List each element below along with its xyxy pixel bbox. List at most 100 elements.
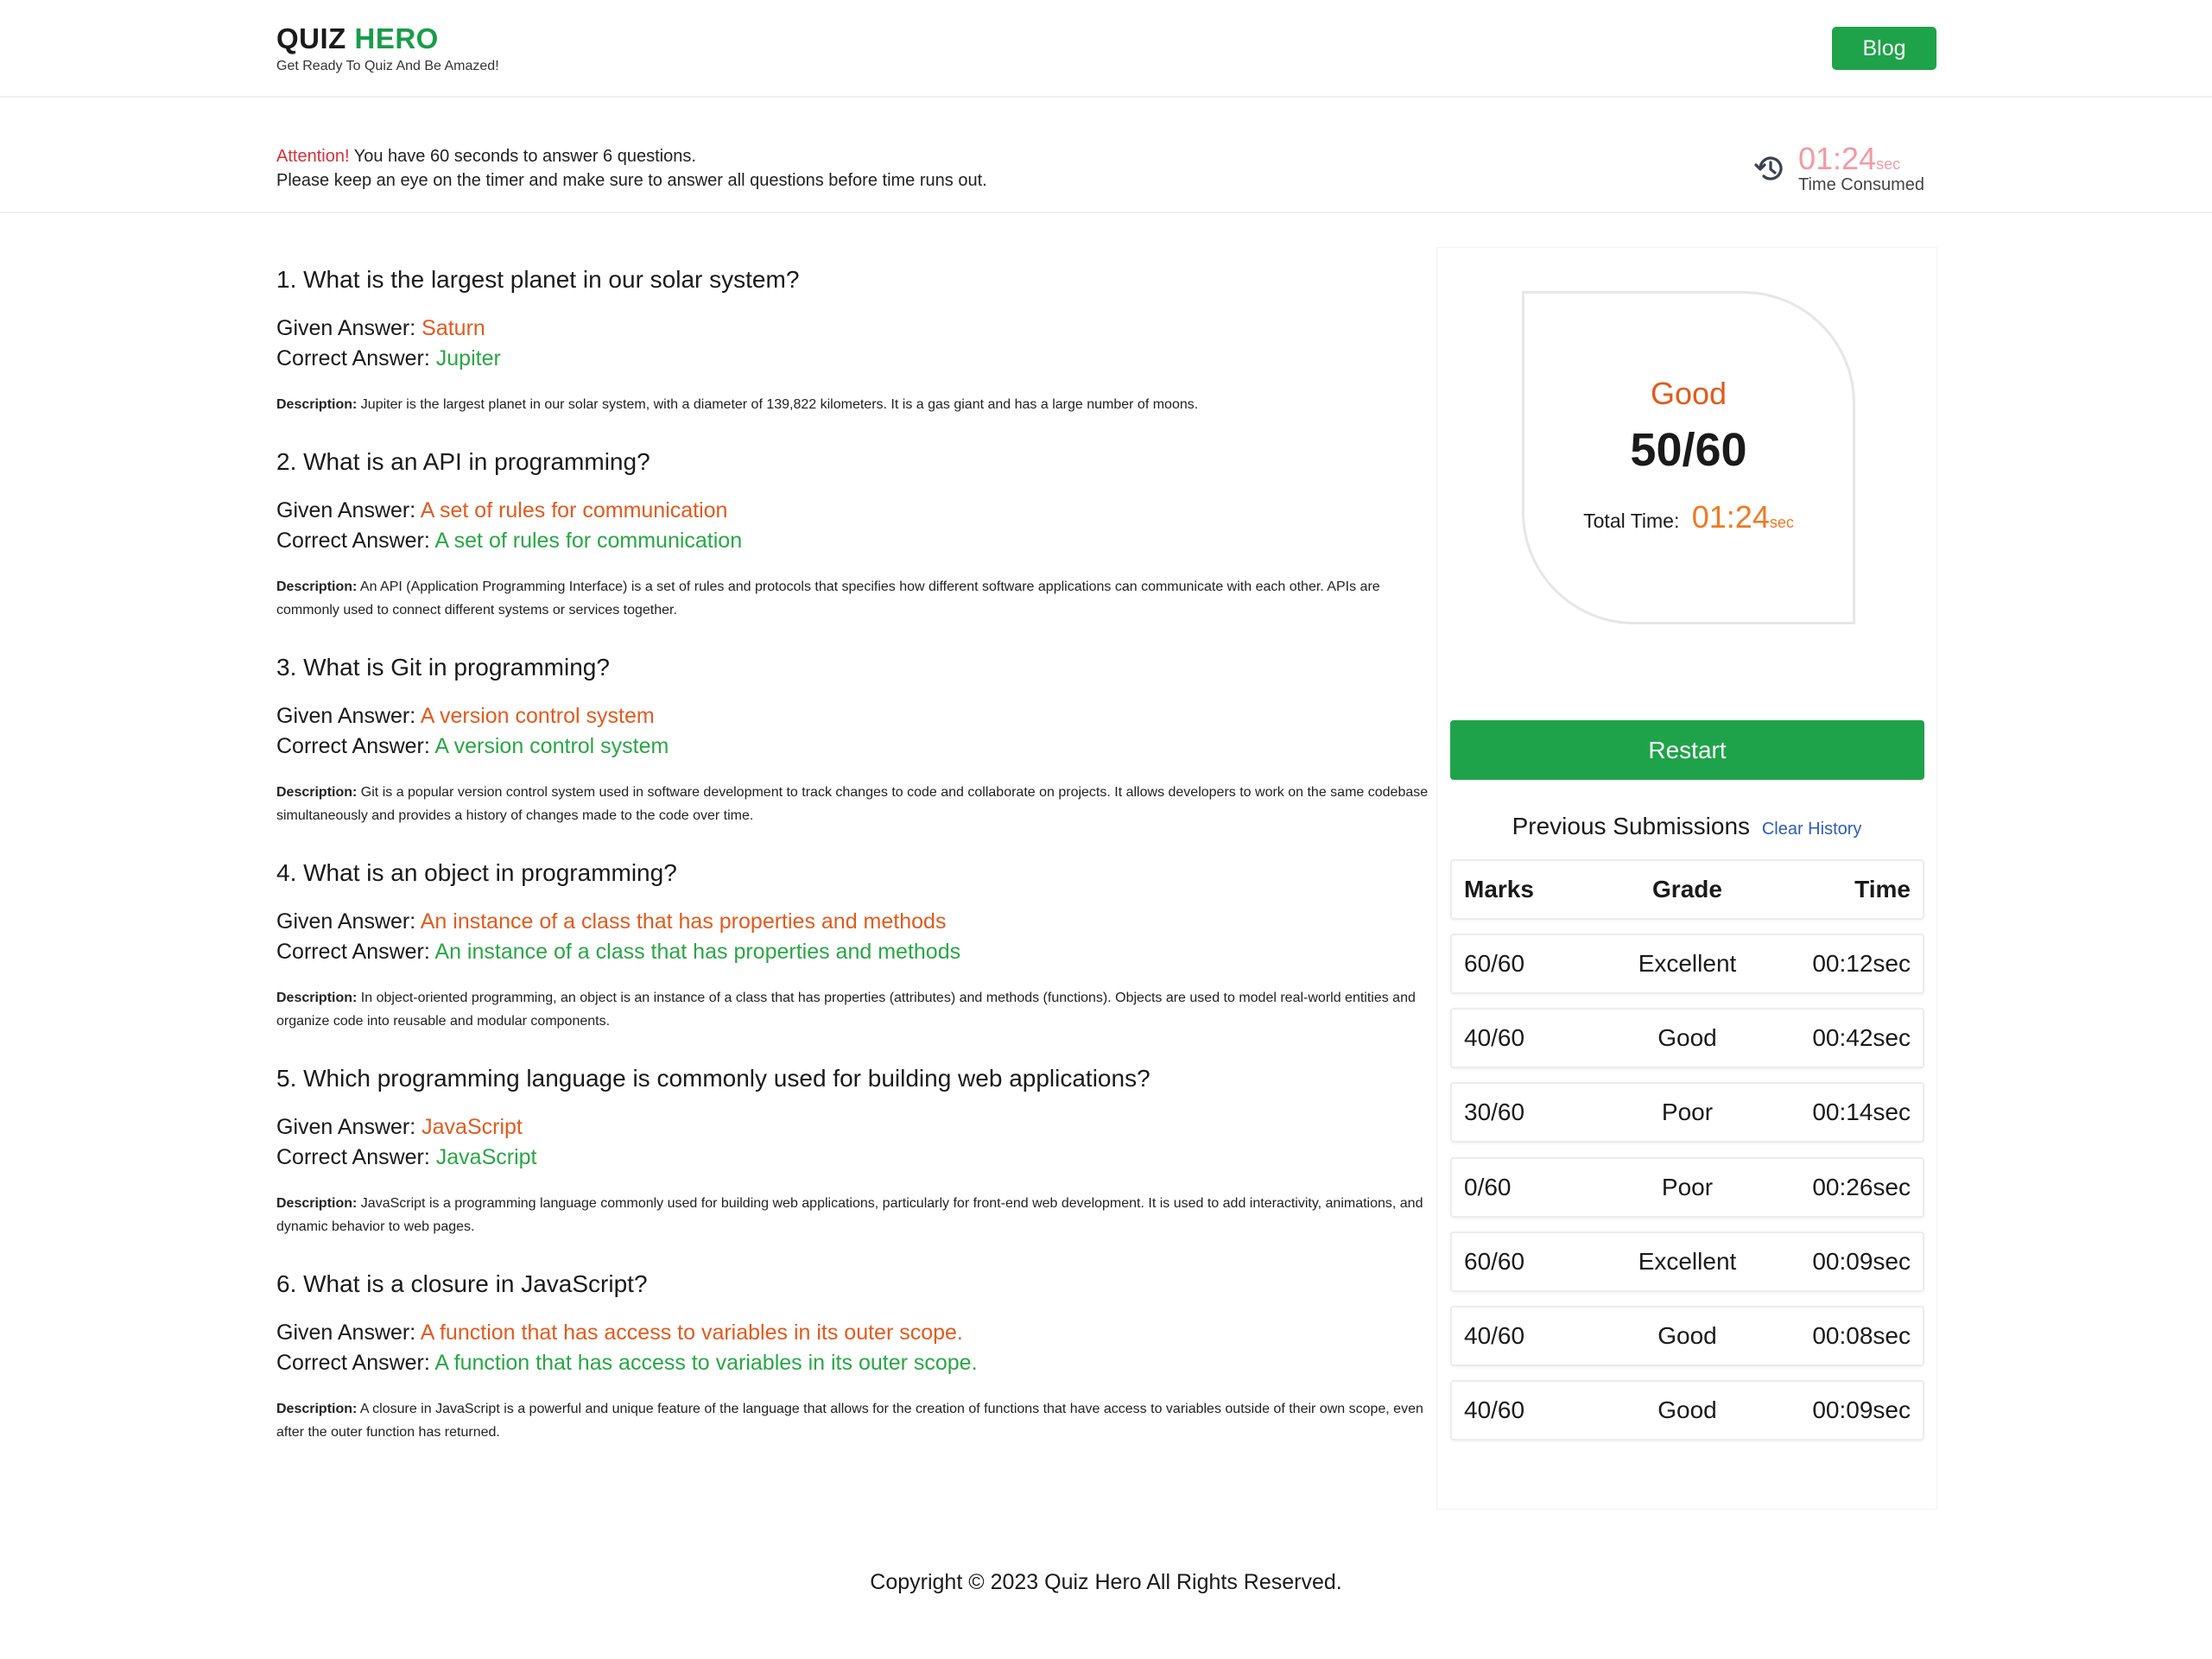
correct-answer-label: Correct Answer: [276,940,435,964]
description-label: Description: [276,1196,358,1211]
correct-answer-row: Correct Answer: An instance of a class t… [276,937,1429,967]
given-answer: A function that has access to variables … [420,1320,963,1345]
correct-answer: JavaScript [435,1145,537,1169]
question-block: 3. What is Git in programming? Given Answ… [276,651,1429,827]
restart-button[interactable]: Restart [1450,720,1924,780]
question-description: Description: An API (Application Program… [276,575,1429,622]
attention-message: Attention! You have 60 seconds to answer… [276,144,987,193]
attention-bar: Attention! You have 60 seconds to answer… [0,98,2212,213]
attention-line-2: Please keep an eye on the timer and make… [276,171,987,190]
given-answer-label: Given Answer: [276,1115,422,1139]
correct-answer-row: Correct Answer: JavaScript [276,1143,1429,1173]
question-description: Description: In object-oriented programm… [276,986,1429,1033]
previous-submissions-heading: Previous Submissions Clear History [1437,813,1936,840]
correct-answer-row: Correct Answer: A version control system [276,731,1429,762]
correct-answer-label: Correct Answer: [276,529,435,553]
question-title: 1. What is the largest planet in our sol… [276,266,800,293]
row-time: 00:09sec [1812,1248,1911,1275]
given-answer-row: Given Answer: JavaScript [276,1112,1429,1143]
score-card: Good 50/60 Total Time: 01:24sec [1522,291,1855,624]
correct-answer: An instance of a class that has properti… [434,940,961,964]
correct-answer: A set of rules for communication [434,529,743,553]
history-table-header: Marks Grade Time [1450,859,1924,920]
header-grade: Grade [1652,876,1722,902]
questions-list: 1. What is the largest planet in our sol… [276,263,1429,1473]
total-time-unit: sec [1769,514,1794,531]
description-label: Description: [276,1402,358,1416]
question-description: Description: Git is a popular version co… [276,781,1429,827]
row-time: 00:14sec [1812,1099,1911,1125]
brand-hero: HERO [354,22,439,54]
history-row: 60/60 Excellent 00:12sec [1450,934,1924,994]
description-label: Description: [276,991,358,1005]
correct-answer-label: Correct Answer: [276,346,436,370]
blog-button[interactable]: Blog [1832,27,1936,70]
clear-history-link[interactable]: Clear History [1762,820,1862,839]
description-text: JavaScript is a programming language com… [276,1196,1423,1234]
question-title: 5. Which programming language is commonl… [276,1065,1150,1092]
given-answer: A version control system [420,704,655,728]
correct-answer-row: Correct Answer: A function that has acce… [276,1348,1429,1378]
history-row: 40/60 Good 00:08sec [1450,1306,1924,1366]
history-row: 30/60 Poor 00:14sec [1450,1082,1924,1143]
question-block: 4. What is an object in programming? Give… [276,857,1429,1033]
timer-unit: sec [1876,155,1901,173]
attention-line-1: You have 60 seconds to answer 6 question… [349,147,696,166]
result-grade: Good [1650,376,1727,411]
question-title: 2. What is an API in programming? [276,448,650,475]
given-answer-label: Given Answer: [276,316,422,340]
question-description: Description: A closure in JavaScript is … [276,1397,1429,1444]
question-block: 2. What is an API in programming? Given A… [276,446,1429,622]
given-answer-row: Given Answer: A set of rules for communi… [276,496,1429,526]
question-block: 5. Which programming language is commonl… [276,1062,1429,1238]
timer-value: 01:24sec [1798,141,1900,177]
correct-answer-label: Correct Answer: [276,1351,435,1375]
row-time: 00:08sec [1812,1322,1911,1349]
total-time: Total Time: 01:24sec [1524,499,1853,535]
total-time-number: 01:24 [1691,499,1770,535]
brand-quiz: QUIZ [276,22,346,54]
given-answer-label: Given Answer: [276,498,421,522]
given-answer-label: Given Answer: [276,704,421,728]
description-label: Description: [276,397,358,412]
correct-answer-row: Correct Answer: Jupiter [276,344,1429,374]
description-text: In object-oriented programming, an objec… [276,991,1416,1029]
question-block: 1. What is the largest planet in our sol… [276,263,1429,416]
total-time-label: Total Time: [1583,510,1680,532]
description-text: Git is a popular version control system … [276,785,1429,823]
question-title: 3. What is Git in programming? [276,654,610,681]
history-row: 40/60 Good 00:09sec [1450,1380,1924,1441]
site-header: QUIZ HERO Get Ready To Quiz And Be Amaze… [0,0,2212,98]
question-description: Description: JavaScript is a programming… [276,1192,1429,1238]
description-label: Description: [276,785,358,800]
given-answer-row: Given Answer: A function that has access… [276,1318,1429,1348]
history-row: 40/60 Good 00:42sec [1450,1008,1924,1068]
row-time: 00:26sec [1812,1174,1911,1200]
brand: QUIZ HERO Get Ready To Quiz And Be Amaze… [276,22,499,74]
header-time: Time [1854,876,1911,902]
history-icon [1753,151,1788,186]
given-answer-row: Given Answer: Saturn [276,313,1429,344]
correct-answer-row: Correct Answer: A set of rules for commu… [276,526,1429,556]
history-row: 0/60 Poor 00:26sec [1450,1157,1924,1218]
timer-time: 01:24 [1798,141,1877,176]
result-panel: Good 50/60 Total Time: 01:24sec Restart … [1436,247,1937,1510]
given-answer-row: Given Answer: A version control system [276,701,1429,731]
previous-submissions-title: Previous Submissions [1512,813,1751,839]
total-time-value: 01:24sec [1692,499,1794,535]
description-label: Description: [276,579,358,594]
correct-answer-label: Correct Answer: [276,734,435,758]
question-title: 6. What is a closure in JavaScript? [276,1270,648,1297]
brand-logo[interactable]: QUIZ HERO [276,22,499,55]
given-answer: A set of rules for communication [420,498,728,522]
question-title: 4. What is an object in programming? [276,859,677,886]
attention-warning: Attention! [276,147,350,166]
footer-copyright: Copyright © 2023 Quiz Hero All Rights Re… [870,1570,1342,1594]
correct-answer: Jupiter [435,346,501,370]
correct-answer-label: Correct Answer: [276,1145,436,1169]
correct-answer: A version control system [434,734,669,758]
row-time: 00:42sec [1812,1024,1911,1051]
given-answer-label: Given Answer: [276,1320,421,1345]
timer: 01:24sec Time Consumed [1753,141,1939,201]
description-text: An API (Application Programming Interfac… [276,579,1380,617]
